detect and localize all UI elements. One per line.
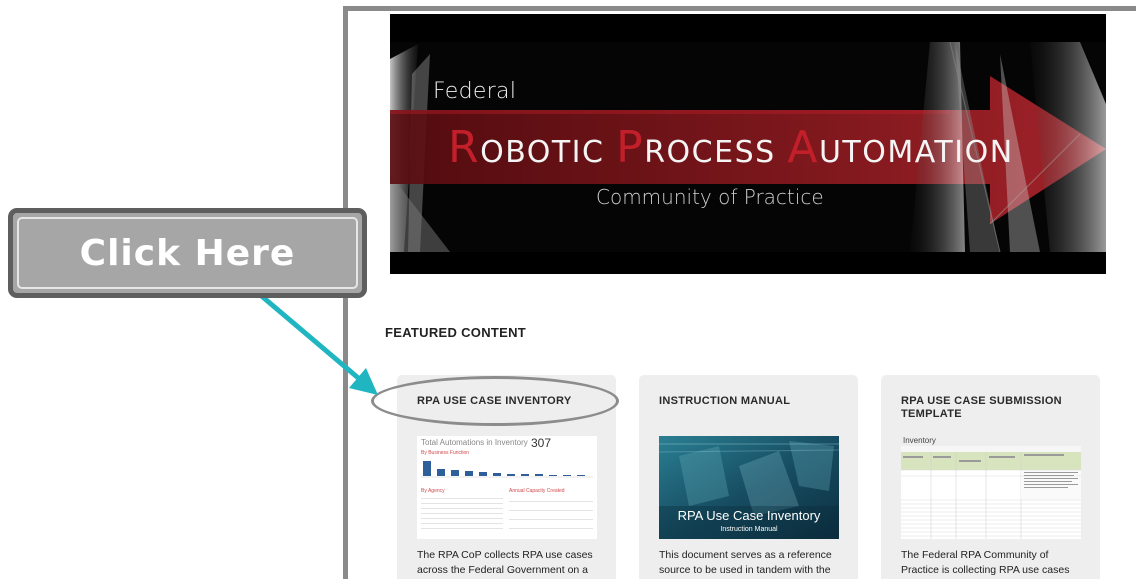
manual-cover-subtitle: Instruction Manual [720,526,778,533]
spreadsheet-grid [901,436,1081,539]
template-title: Inventory [903,436,936,445]
banner-title-word-3: UTOMATION [818,135,1014,170]
click-here-callout: Click Here [8,208,367,298]
manual-cover-thumbnail[interactable]: RPA Use Case Inventory Instruction Manua… [659,436,839,539]
featured-heading: FEATURED CONTENT [385,325,527,340]
card-description: This document serves as a reference sour… [659,549,832,576]
card-description: The RPA CoP collects RPA use cases acros… [417,549,593,576]
card-description: The Federal RPA Community of Practice is… [901,549,1070,576]
factory-image [659,436,839,539]
banner-title-cap-1: R [448,122,481,173]
click-here-label: Click Here [79,232,296,274]
banner-title-cap-3: A [787,122,819,173]
template-spreadsheet-thumbnail[interactable]: Inventory [901,436,1081,539]
page-frame-top [343,6,1136,11]
card-submission-template[interactable]: RPA USE CASE SUBMISSION TEMPLATE Invento… [881,375,1100,579]
hero-banner: Federal ROBOTIC PROCESS AUTOMATION Commu… [390,14,1106,274]
card-instruction-manual[interactable]: INSTRUCTION MANUAL RPA Use Case Inventor… [639,375,858,579]
banner-subtitle: Federal [433,79,517,104]
banner-title-cap-2: P [616,122,645,173]
card-title[interactable]: INSTRUCTION MANUAL [659,395,844,408]
card-title[interactable]: RPA USE CASE SUBMISSION TEMPLATE [901,395,1086,421]
inventory-dashboard-thumbnail[interactable]: Total Automations in Inventory 307 By Bu… [417,436,597,539]
highlight-ellipse [371,376,619,426]
thumb-section-agency: By Agency [421,488,445,494]
banner-title: ROBOTIC PROCESS AUTOMATION [448,126,1014,171]
banner-title-word-1: OBOTIC [480,135,605,170]
banner-title-word-2: ROCESS [644,135,776,170]
manual-cover-title: RPA Use Case Inventory [677,508,821,523]
thumb-section-capacity: Annual Capacity Created [509,488,565,494]
banner-community: Community of Practice [596,185,824,209]
